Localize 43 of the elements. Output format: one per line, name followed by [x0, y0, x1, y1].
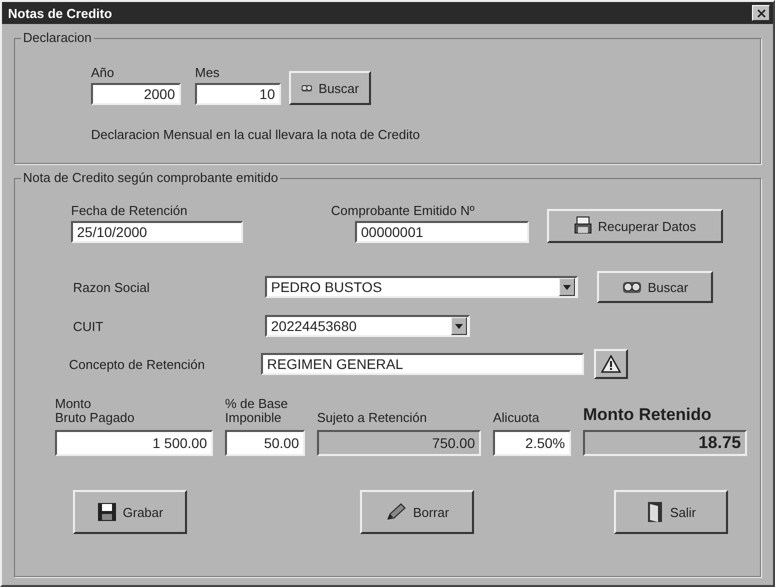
readonly-field: 18.75: [583, 430, 747, 456]
search-button[interactable]: Buscar: [289, 71, 371, 105]
search-button[interactable]: Buscar: [597, 271, 713, 303]
lookup-button[interactable]: [594, 349, 628, 379]
input-field[interactable]: 1 500.00: [55, 430, 213, 456]
input-field[interactable]: 00000001: [355, 221, 529, 243]
field-label: Mes: [195, 65, 221, 80]
field-label: Sujeto a Retención: [317, 410, 428, 424]
field-label: Monto Bruto Pagado: [55, 397, 136, 424]
action-button[interactable]: Grabar: [73, 490, 187, 534]
close-icon: [756, 8, 766, 18]
pencil-icon: [384, 502, 407, 522]
combo-box[interactable]: 20224453680: [265, 315, 470, 337]
retrieve-button[interactable]: Recuperar Datos: [547, 209, 723, 243]
warning-icon: [601, 355, 621, 373]
action-button[interactable]: Borrar: [360, 490, 474, 534]
field-label: Razon Social: [73, 280, 151, 294]
group-label: Declaracion: [21, 30, 94, 45]
date-field[interactable]: 25/10/2000: [71, 221, 243, 243]
dropdown-arrow-icon: [455, 324, 463, 328]
action-button[interactable]: Salir: [614, 490, 728, 534]
input-field[interactable]: 2000: [91, 83, 181, 105]
input-field[interactable]: REGIMEN GENERAL: [261, 353, 584, 375]
field-label: % de Base Imponible: [225, 397, 289, 424]
description-text: Declaracion Mensual en la cual llevara la nota de Credito: [91, 127, 421, 142]
group-label: Nota de Credito según comprobante emitido: [21, 170, 280, 185]
window-title: Notas de Credito: [8, 6, 112, 20]
field-label: Fecha de Retención: [71, 203, 188, 218]
printer-icon: [574, 216, 592, 236]
field-label: Comprobante Emitido Nº: [331, 203, 476, 218]
field-label: Concepto de Retención: [69, 356, 206, 372]
field-label: Monto Retenido: [583, 406, 712, 424]
field-label: Año: [91, 65, 116, 80]
field-label: CUIT: [73, 318, 104, 334]
input-field[interactable]: 2.50%: [493, 430, 571, 456]
input-field[interactable]: 50.00: [225, 430, 305, 456]
door-icon: [646, 501, 664, 524]
field-label: Alicuota: [493, 410, 540, 424]
readonly-field: 750.00: [317, 430, 481, 456]
combo-box[interactable]: PEDRO BUSTOS: [265, 276, 578, 298]
input-field[interactable]: 10: [195, 83, 281, 105]
close-button[interactable]: [752, 5, 770, 21]
dropdown-arrow-icon: [563, 284, 571, 290]
